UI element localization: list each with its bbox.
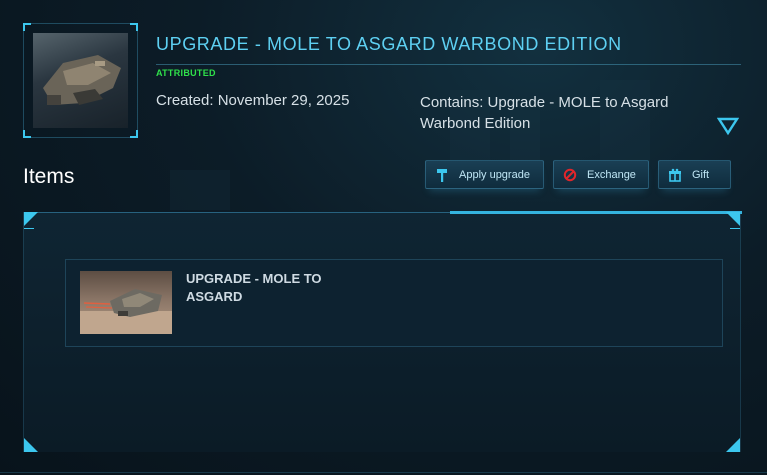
exchange-button[interactable]: Exchange <box>553 160 649 189</box>
items-heading: Items <box>23 165 75 188</box>
ship-thumbnail <box>33 33 128 128</box>
panel-corner <box>726 212 740 226</box>
apply-upgrade-button[interactable]: Apply upgrade <box>425 160 544 189</box>
pledge-page: UPGRADE - MOLE TO ASGARD WARBOND EDITION… <box>0 0 767 475</box>
exchange-icon <box>563 168 577 182</box>
created-date: Created: November 29, 2025 <box>156 92 350 109</box>
gift-label: Gift <box>692 168 710 181</box>
exchange-label: Exchange <box>587 168 636 181</box>
panel-corner <box>24 212 38 226</box>
pledge-title: UPGRADE - MOLE TO ASGARD WARBOND EDITION <box>156 34 622 54</box>
ship-upgrade-image <box>80 271 172 334</box>
gift-icon <box>668 168 682 182</box>
frame-corner <box>23 23 31 31</box>
panel-corner <box>24 438 38 452</box>
ship-icon <box>43 55 121 105</box>
panel-top-highlight <box>450 211 742 214</box>
frame-corner <box>23 130 31 138</box>
hammer-icon <box>435 168 449 182</box>
list-item[interactable]: UPGRADE - MOLE TO ASGARD <box>65 259 723 347</box>
chevron-down-icon[interactable] <box>716 116 740 136</box>
panel-corner-line <box>730 228 740 229</box>
pledge-thumbnail-frame[interactable] <box>23 23 138 138</box>
background-shape <box>170 170 230 210</box>
gift-button[interactable]: Gift <box>658 160 731 189</box>
contains-text: Contains: Upgrade - MOLE to Asgard Warbo… <box>420 94 669 132</box>
status-badge: ATTRIBUTED <box>156 68 216 78</box>
apply-upgrade-label: Apply upgrade <box>459 168 530 181</box>
frame-corner <box>130 23 138 31</box>
item-name: UPGRADE - MOLE TO ASGARD <box>186 271 322 304</box>
bottom-divider <box>0 472 767 473</box>
frame-corner <box>130 130 138 138</box>
panel-corner <box>726 438 740 452</box>
items-panel: UPGRADE - MOLE TO ASGARD <box>23 211 742 452</box>
title-divider <box>156 64 741 65</box>
panel-corner-line <box>24 228 34 229</box>
